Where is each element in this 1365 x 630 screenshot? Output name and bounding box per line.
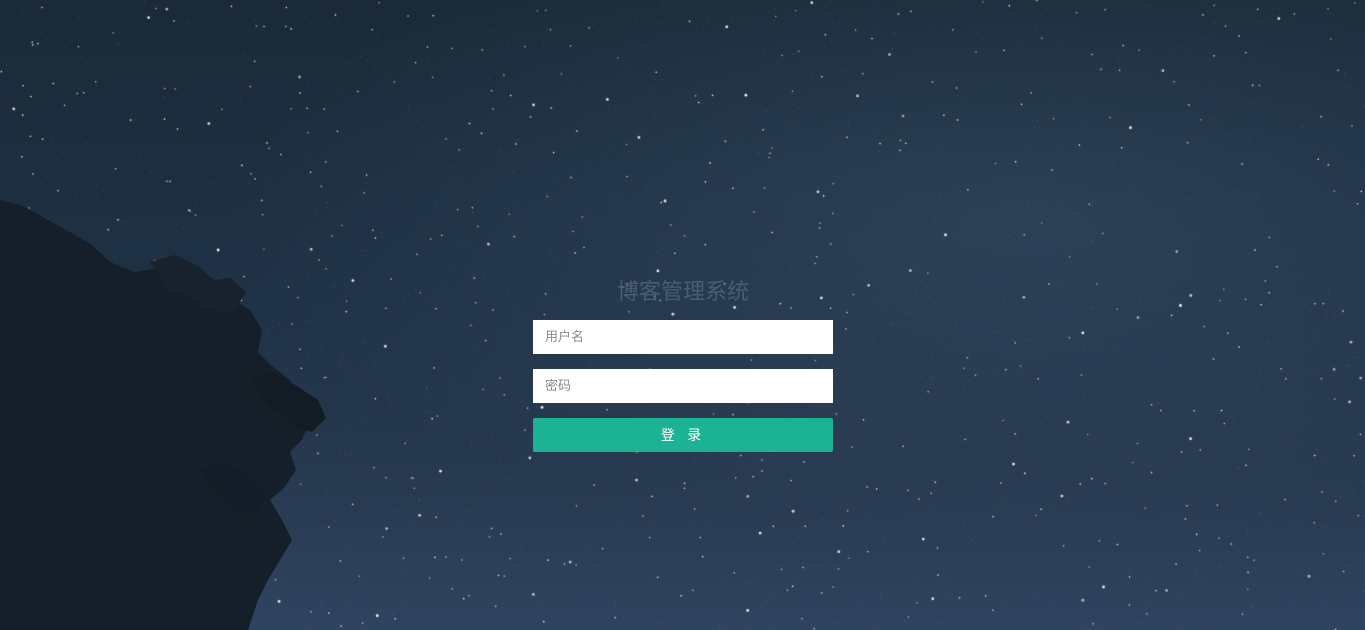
username-input[interactable] <box>533 320 833 354</box>
page-title: 博客管理系统 <box>616 280 749 305</box>
login-button[interactable]: 登 录 <box>533 418 833 452</box>
password-input[interactable] <box>533 369 833 403</box>
login-panel: 博客管理系统 登 录 <box>533 272 833 452</box>
